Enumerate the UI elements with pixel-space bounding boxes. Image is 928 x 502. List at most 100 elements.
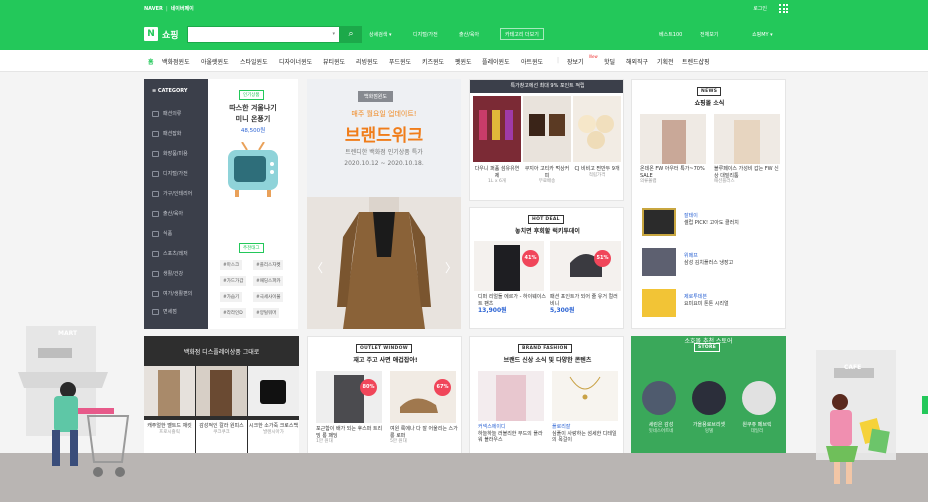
category-item[interactable]: 패션의류 [152,110,181,117]
store-item[interactable]: 가을용로브리셋 밍델 [685,422,733,434]
outlet-window-card[interactable]: OUTLET WINDOW 재고 주고 사면 애겁잡아! 80% 67% 포근함… [307,336,462,456]
hot-deal-item[interactable]: 디퍼 리얼돌 에르가 - 하이웨이스트 팬츠 13,900원 [478,294,548,315]
category-icon [152,170,159,177]
category-icon [152,130,159,137]
category-item[interactable]: 화장품/미용 [152,150,188,157]
hashtag[interactable]: #마스크 [220,260,243,270]
hashtag[interactable]: #패딩스파카 [253,276,284,286]
category-item[interactable]: 식품 [152,230,172,237]
detail-search-link[interactable]: 상세검색 ▾ [369,31,392,38]
hashtag[interactable]: #극세사이불 [253,292,284,302]
category-more-button[interactable]: 카테고리 더보기 [500,28,544,40]
nav-item[interactable]: 백화점윈도 [162,57,190,66]
deal-item[interactable]: CJ 비비고 찐만두 9개 적립가격 [574,166,620,178]
category-title: ≡ CATEGORY [152,88,188,94]
apps-grid-icon[interactable] [779,4,788,13]
category-item[interactable]: 패션잡화 [152,130,181,137]
store-item[interactable]: 세린은 감성 잇네스어트네 [637,422,685,434]
nav-extra[interactable]: 기획전 [657,57,674,66]
search-input[interactable]: ▾ [187,26,340,43]
all-services-link[interactable]: 전체보기 [700,31,718,38]
best100-link[interactable]: 베스트100 [659,31,682,38]
hashtag[interactable]: #라라인D [220,308,246,318]
discount-badge: 80% [360,379,377,396]
side-tab-button[interactable] [922,396,928,414]
nav-extra[interactable]: 핫딜 [604,57,615,66]
brand-item[interactable]: 커넥스에이디 하늘하늘 러블리한 무드의 플라워 블라우스 [478,424,546,444]
deal-item[interactable]: 다우니 퍼퓸 섬유유연제 1L x 6개 [474,166,520,185]
news-list-item[interactable]: 잘테이 셀럽 PICK! 고아도 클러치 [684,213,780,226]
category-item[interactable]: 생활/건강 [152,270,183,277]
dept-item[interactable]: 캐주얼한 벨트드 재킷 프로시즐릭 [144,420,195,456]
store-badge: STORE [694,343,721,352]
mart-illustration [18,326,130,477]
nav-item[interactable]: 푸드윈도 [389,57,411,66]
outlet-title: 재고 주고 사면 애겁잡아! [353,357,418,364]
cafe-sign: CAFE [844,364,862,371]
login-link[interactable]: 로그인 [753,5,767,12]
store-item[interactable]: 원쿠쥬 페브릭 데일리 [733,422,781,434]
brand-week-banner[interactable]: 백화점윈도 매주 월요일 업데이트! 브랜드위크 트렌디한 백화점 인기상품 특… [307,79,461,329]
soho-store-card[interactable]: STORE 소호몰 추천 스토어 세린은 감성 잇네스어트네 가을용로브리셋 밍델 … [631,336,786,456]
kids-link[interactable]: 출산/육아 [459,31,479,38]
dept-item[interactable]: 감성적인 칼라 원피스 쿠크쿠크 [196,420,247,456]
brand-fashion-card[interactable]: BRAND FASHION 브랜드 신상 소식 및 다양한 콘텐츠 커넥스에이디… [469,336,624,456]
digital-link[interactable]: 디지털/가전 [413,31,438,38]
category-item[interactable]: 면세점 [152,308,177,315]
hot-deal-item[interactable]: 패션 포인트가 되어 줄 유거 컬러 비니 5,300원 [550,294,620,315]
outlet-item[interactable]: 포근함이 배가 되는 후스퍼 트리밍 롱 패딩 1만 원대 [316,426,384,445]
search-button[interactable]: ⌕ [340,26,362,43]
news-item[interactable]: 블루페이스 가성비 갑는 FW 신상 대밀리툼 패션플러스 [714,166,782,185]
deal-item[interactable]: 쿠지아 고티카 먹상커피 무료배송 [524,166,570,185]
news-list-item[interactable]: 제로투데븐 요미요미 톤톤 시리얼 [684,294,780,307]
hashtag[interactable]: #플리스자켓 [253,260,284,270]
top-links: NAVER | 네이버페이 [144,6,194,12]
nav-home[interactable]: 홈 [148,57,154,66]
next-arrow-icon[interactable]: 〉 [445,259,457,276]
news-title: 쇼핑몰 소식 [694,100,725,107]
nav-extra[interactable]: 트렌드샵핑 [682,57,710,66]
my-shopping-link[interactable]: 쇼핑MY ▾ [752,31,773,38]
news-badge: NEWS [697,87,722,96]
nav-extra[interactable]: 장보기 [567,57,584,66]
category-icon [152,150,159,157]
nav-item[interactable]: 아울렛윈도 [201,57,229,66]
nav-item[interactable]: 플레이윈도 [482,57,510,66]
news-item[interactable]: 온데온 FW 아우터 특가~70% SALE 의류몰랩 [640,166,708,185]
hashtag[interactable]: #양털워머 [253,308,280,318]
nav-item[interactable]: 키즈윈도 [422,57,444,66]
naver-shopping-logo[interactable]: N [144,27,158,41]
outlet-item[interactable]: 여원 룩에나 다 잘 어울리는 스가롱 로퍼 5만 원대 [390,426,458,445]
nav-item[interactable]: 리빙윈도 [356,57,378,66]
category-item[interactable]: 디지털/가전 [152,170,188,177]
special-deal-card[interactable]: 특가창고에선 최대 9% 포인트 적립 다우니 퍼퓸 섬유유연제 1L x 6개 … [469,79,624,201]
nav-item[interactable]: 스타일윈도 [240,57,268,66]
dept-display-title: 백화점 디스플레이상품 그대로 [183,349,260,356]
nav-item[interactable]: 뷰티윈도 [323,57,345,66]
hashtag[interactable]: #가습기 [220,292,243,302]
outlet-badge: OUTLET WINDOW [356,344,412,353]
naver-link[interactable]: NAVER [144,6,163,12]
prev-arrow-icon[interactable]: 〈 [311,259,323,276]
news-list-item[interactable]: 위메프 삼성 김치플러스 냉장고 [684,253,780,266]
category-item[interactable]: 가구/인테리어 [152,190,192,197]
search-dropdown-icon[interactable]: ▾ [332,31,335,37]
nav-item[interactable]: 디자이너윈도 [279,57,312,66]
brand-item[interactable]: 플로리잘 심플이 사랑하는 섬세한 디테일의 목걸이 [552,424,620,444]
nav-item[interactable]: 아트윈도 [521,57,543,66]
shopping-title[interactable]: 쇼핑 [162,28,179,41]
dept-item[interactable]: 시크한 소가죽 크로스백 발렌시아가 [248,420,299,456]
category-item[interactable]: 여가/생활편의 [152,290,192,297]
category-item[interactable]: 스포츠/레저 [152,250,188,257]
hot-deal-title: 놓치면 후회할 럭키투데이 [515,228,580,235]
hashtag[interactable]: #가드가갑 [220,276,247,286]
nav-extra[interactable]: 해외직구 [626,57,648,66]
fridge-thumb [642,248,676,276]
nav-item[interactable]: 펫윈도 [455,57,472,66]
hot-deal-card[interactable]: HOT DEAL 놓치면 후회할 럭키투데이 41% 51% 디퍼 리얼돌 에르… [469,207,624,329]
news-card: NEWS 쇼핑몰 소식 온데온 FW 아우터 특가~70% SALE 의류몰랩 블… [631,79,786,329]
naverpay-link[interactable]: 네이버페이 [171,6,194,12]
category-item[interactable]: 출산/육아 [152,210,183,217]
dept-display-card[interactable]: 백화점 디스플레이상품 그대로 캐주얼한 벨트드 재킷 프로시즐릭 감성적인 칼라… [144,336,299,456]
popular-product-card[interactable]: 인기상품 따스한 겨울나기 미니 온풍기 48,500원 추천태그 #마스크 #… [208,79,298,329]
